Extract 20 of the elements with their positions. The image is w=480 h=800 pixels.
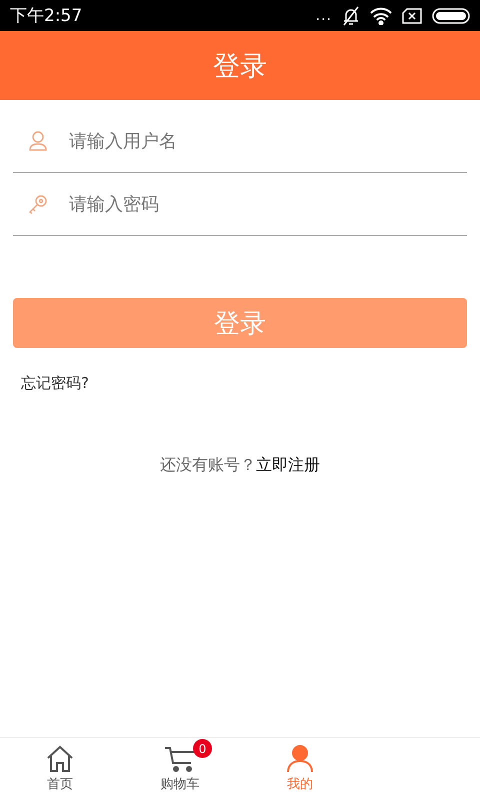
tab-item[interactable]: 首页 [0,738,120,800]
cart-icon [164,745,196,773]
home-icon [45,745,75,773]
input-field[interactable]: 请输入密码 [67,192,467,216]
user-icon [27,130,49,152]
status-time: 下午2:57 [10,5,84,27]
battery-icon [432,8,470,24]
page-title: 登录 [213,50,267,84]
bell-muted-icon [342,6,360,26]
forgot-password-link[interactable]: 忘记密码? [21,374,89,393]
tab-item[interactable]: 0 购物车 [120,738,240,800]
register-link[interactable]: 立即注册 [256,455,320,476]
register-prompt: 还没有账号？ [160,455,256,476]
more-indicator: ... [316,8,332,24]
no-sim-icon [402,8,422,24]
person-icon [285,745,315,773]
input-field[interactable]: 请输入用户名 [67,130,467,152]
key-icon [27,193,49,215]
wifi-icon [370,6,392,24]
count-badge: 0 [193,739,212,758]
